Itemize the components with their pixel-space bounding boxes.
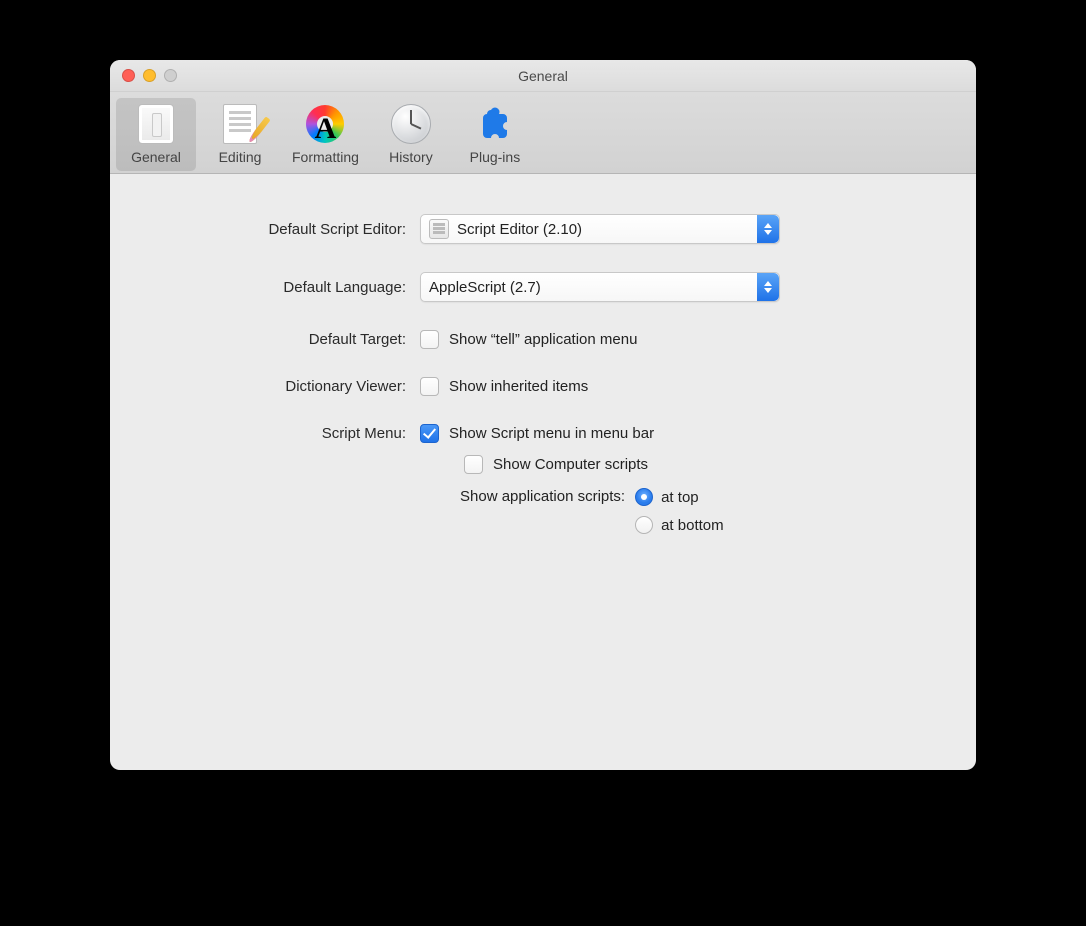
app-scripts-at-bottom-radio[interactable] [635, 516, 653, 534]
field-label: Dictionary Viewer: [110, 378, 420, 395]
close-button[interactable] [122, 69, 135, 82]
toolbar: General Editing A Formatting History [110, 92, 976, 174]
show-computer-scripts-checkbox[interactable] [464, 455, 483, 474]
tab-label: Plug-ins [470, 149, 521, 165]
switch-icon [138, 104, 174, 144]
app-scripts-at-top-radio[interactable] [635, 488, 653, 506]
field-label: Default Script Editor: [110, 221, 420, 238]
pencil-document-icon [223, 104, 257, 144]
row-default-script-editor: Default Script Editor: Script Editor (2.… [110, 214, 936, 244]
sub-label: Show application scripts: [460, 488, 625, 505]
clock-icon [391, 104, 431, 144]
tab-plugins[interactable]: Plug-ins [455, 98, 535, 171]
chevron-up-down-icon [757, 215, 779, 243]
show-inherited-items-checkbox[interactable] [420, 377, 439, 396]
default-language-popup[interactable]: AppleScript (2.7) [420, 272, 780, 302]
row-show-application-scripts: Show application scripts: at top at bott… [460, 488, 936, 534]
window-controls [122, 69, 177, 82]
preferences-window: General General Editing A Formatting His… [110, 60, 976, 770]
script-editor-app-icon [429, 219, 449, 239]
checkbox-label: Show Computer scripts [493, 456, 648, 473]
minimize-button[interactable] [143, 69, 156, 82]
field-label: Script Menu: [110, 425, 420, 442]
window-title: General [122, 68, 964, 84]
tab-editing[interactable]: Editing [200, 98, 280, 171]
chevron-up-down-icon [757, 273, 779, 301]
tab-label: Editing [219, 149, 262, 165]
checkbox-label: Show Script menu in menu bar [449, 425, 654, 442]
row-script-menu: Script Menu: Show Script menu in menu ba… [110, 424, 936, 443]
show-script-menu-checkbox[interactable] [420, 424, 439, 443]
radio-label: at top [661, 489, 699, 506]
popup-value: AppleScript (2.7) [429, 279, 541, 296]
tab-label: General [131, 149, 181, 165]
popup-value: Script Editor (2.10) [457, 221, 582, 238]
checkbox-label: Show inherited items [449, 378, 588, 395]
show-tell-menu-checkbox[interactable] [420, 330, 439, 349]
checkbox-label: Show “tell” application menu [449, 331, 637, 348]
row-show-computer-scripts: Show Computer scripts [436, 455, 936, 474]
content-area: Default Script Editor: Script Editor (2.… [110, 174, 976, 574]
tab-general[interactable]: General [116, 98, 196, 171]
tab-label: History [389, 149, 433, 165]
tab-formatting[interactable]: A Formatting [284, 98, 367, 171]
field-label: Default Target: [110, 331, 420, 348]
color-wheel-icon: A [305, 104, 345, 144]
field-label: Default Language: [110, 279, 420, 296]
row-default-language: Default Language: AppleScript (2.7) [110, 272, 936, 302]
default-script-editor-popup[interactable]: Script Editor (2.10) [420, 214, 780, 244]
zoom-button[interactable] [164, 69, 177, 82]
row-dictionary-viewer: Dictionary Viewer: Show inherited items [110, 377, 936, 396]
tab-label: Formatting [292, 149, 359, 165]
tab-history[interactable]: History [371, 98, 451, 171]
titlebar: General [110, 60, 976, 92]
puzzle-piece-icon [475, 104, 515, 144]
radio-label: at bottom [661, 517, 724, 534]
row-default-target: Default Target: Show “tell” application … [110, 330, 936, 349]
